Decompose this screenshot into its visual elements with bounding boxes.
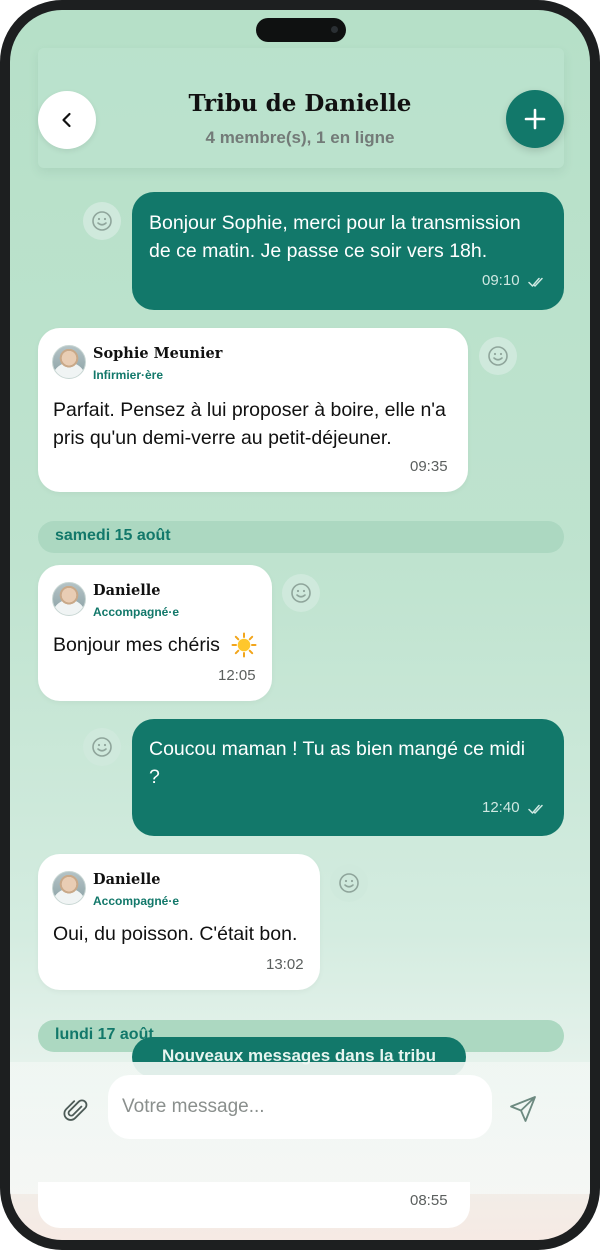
smiley-icon bbox=[488, 346, 508, 366]
message-text-line: Bonjour mes chéris bbox=[53, 634, 220, 656]
plus-icon bbox=[524, 108, 546, 130]
smiley-icon bbox=[92, 737, 112, 757]
message-bubble-incoming[interactable]: Danielle Accompagné·e Oui, du poisson. C… bbox=[38, 854, 320, 990]
smiley-icon bbox=[291, 583, 311, 603]
message-bubble-incoming[interactable]: Danielle Accompagné·e Bonjour mes chéris… bbox=[38, 565, 272, 701]
message-input[interactable] bbox=[122, 1075, 482, 1139]
camera-notch bbox=[256, 18, 346, 42]
message-time: 13:02 bbox=[266, 956, 304, 973]
attach-button[interactable] bbox=[58, 1092, 94, 1128]
sender-role: Accompagné·e bbox=[93, 605, 180, 619]
react-button[interactable] bbox=[83, 728, 121, 766]
sender-name: Danielle bbox=[93, 871, 161, 888]
message-time: 12:40 bbox=[482, 799, 520, 816]
smiley-icon bbox=[339, 873, 359, 893]
message-text-line: Oui, du poisson. C'était bon. bbox=[53, 923, 298, 945]
react-button[interactable] bbox=[282, 574, 320, 612]
add-button[interactable] bbox=[506, 90, 564, 148]
send-icon bbox=[510, 1096, 536, 1122]
read-receipt-icon bbox=[528, 277, 543, 287]
back-button[interactable] bbox=[38, 91, 96, 149]
member-status: 4 membre(s), 1 en ligne bbox=[205, 128, 395, 147]
avatar bbox=[52, 582, 86, 616]
date-label: samedi 15 août bbox=[55, 527, 171, 544]
sender-role: Accompagné·e bbox=[93, 894, 180, 908]
message-bubble-incoming[interactable]: 08:55 bbox=[38, 1182, 470, 1228]
message-text-line: Parfait. Pensez à lui proposer à boire, … bbox=[53, 399, 446, 421]
message-text-line: Bonjour Sophie, merci pour la transmissi… bbox=[149, 212, 521, 234]
chat-screen: Tribu de Danielle 4 membre(s), 1 en lign… bbox=[10, 10, 590, 1240]
avatar bbox=[52, 345, 86, 379]
sender-role: Infirmier·ère bbox=[93, 368, 164, 382]
smiley-icon bbox=[92, 211, 112, 231]
page-title: Tribu de Danielle bbox=[188, 90, 412, 117]
sun-emoji-icon bbox=[231, 632, 257, 658]
message-text-line: ? bbox=[149, 766, 160, 788]
message-text-line: Coucou maman ! Tu as bien mangé ce midi bbox=[149, 738, 526, 760]
avatar bbox=[52, 871, 86, 905]
date-separator: samedi 15 août bbox=[38, 521, 564, 553]
read-receipt-icon bbox=[528, 804, 543, 814]
message-time: 12:05 bbox=[218, 667, 256, 684]
message-time: 09:10 bbox=[482, 272, 520, 289]
message-bubble-incoming[interactable]: Sophie Meunier Infirmier·ère Parfait. Pe… bbox=[38, 328, 468, 492]
send-button[interactable] bbox=[504, 1090, 542, 1128]
paperclip-icon bbox=[63, 1099, 88, 1121]
message-bubble-outgoing[interactable]: Coucou maman ! Tu as bien mangé ce midi … bbox=[132, 719, 564, 836]
message-text-line: pris qu'un demi-verre au petit-déjeuner. bbox=[53, 427, 392, 449]
sender-name: Sophie Meunier bbox=[93, 345, 223, 362]
phone-frame: Tribu de Danielle 4 membre(s), 1 en lign… bbox=[0, 0, 600, 1250]
react-button[interactable] bbox=[330, 864, 368, 902]
message-input-wrapper bbox=[108, 1075, 492, 1139]
message-time: 08:55 bbox=[410, 1192, 448, 1209]
message-bubble-outgoing[interactable]: Bonjour Sophie, merci pour la transmissi… bbox=[132, 192, 564, 310]
chevron-left-icon bbox=[62, 112, 71, 128]
sender-name: Danielle bbox=[93, 582, 161, 599]
message-text-line: de ce matin. Je passe ce soir vers 18h. bbox=[149, 240, 488, 262]
message-time: 09:35 bbox=[410, 458, 448, 475]
react-button[interactable] bbox=[479, 337, 517, 375]
react-button[interactable] bbox=[83, 202, 121, 240]
